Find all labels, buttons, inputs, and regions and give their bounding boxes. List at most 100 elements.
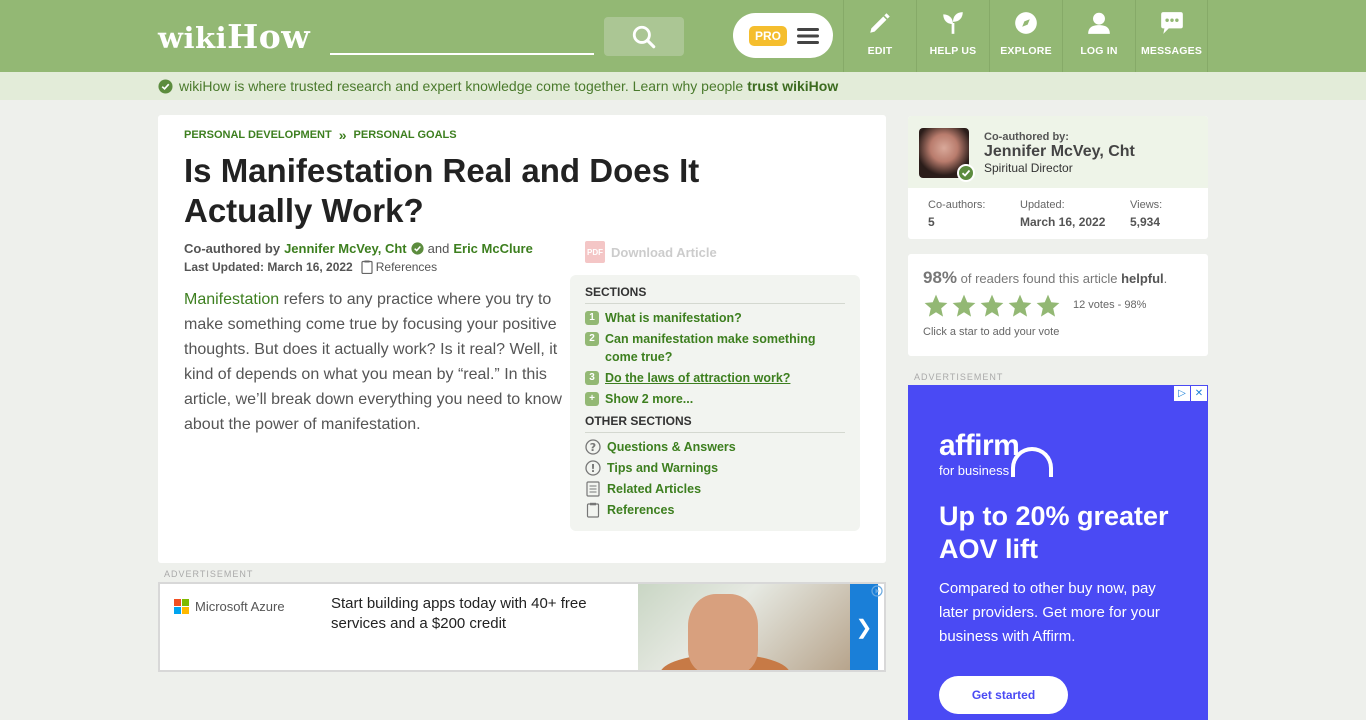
sprout-icon: [943, 12, 963, 34]
toc-label: Tips and Warnings: [607, 461, 719, 475]
author-link-eric[interactable]: Eric McClure: [453, 241, 532, 256]
get-started-button[interactable]: Get started: [939, 676, 1068, 714]
exclamation-circle-icon: !: [585, 460, 601, 476]
document-icon: [585, 481, 601, 497]
ad-banner-azure[interactable]: Microsoft Azure Start building apps toda…: [158, 582, 886, 672]
vote-count: 12 votes - 98%: [1073, 299, 1147, 311]
toc-section-1[interactable]: 1 What is manifestation?: [585, 309, 845, 327]
trust-wikihow-link[interactable]: trust wikiHow: [747, 78, 838, 94]
nav-messages[interactable]: MESSAGES: [1135, 0, 1208, 72]
breadcrumb-personal-development[interactable]: PERSONAL DEVELOPMENT: [184, 129, 332, 141]
nav-log-in[interactable]: LOG IN: [1062, 0, 1135, 72]
adchoices-icon[interactable]: ▷: [1174, 386, 1190, 401]
table-of-contents: SECTIONS 1 What is manifestation? 2 Can ma…: [570, 275, 860, 531]
affirm-arc-icon: [1011, 447, 1053, 477]
article-card: PERSONAL DEVELOPMENT » PERSONAL GOALS Is…: [158, 115, 886, 563]
star-icon[interactable]: [1035, 293, 1061, 319]
hamburger-menu-icon: [797, 27, 820, 44]
search-input[interactable]: [330, 22, 594, 55]
wikihow-logo[interactable]: wikiHow: [158, 17, 310, 56]
stat-value: 5: [928, 215, 935, 229]
ad-label-side: ADVERTISEMENT: [914, 372, 1004, 382]
ad-text: Start building apps today with 40+ free …: [331, 595, 587, 632]
compass-icon: [1015, 12, 1037, 34]
toc-label: References: [607, 503, 675, 517]
breadcrumb: PERSONAL DEVELOPMENT » PERSONAL GOALS: [184, 127, 457, 143]
download-article-button[interactable]: PDF Download Article: [585, 239, 731, 265]
stat-label: Views:: [1130, 199, 1163, 211]
stat-value: March 16, 2022: [1020, 215, 1106, 229]
helpful-bold: helpful: [1121, 271, 1164, 286]
svg-text:?: ?: [590, 441, 596, 454]
star-icon[interactable]: [923, 293, 949, 319]
toc-tips-warnings[interactable]: ! Tips and Warnings: [585, 459, 845, 477]
microsoft-azure-logo: Microsoft Azure: [174, 599, 285, 614]
close-icon[interactable]: ✕: [1191, 386, 1207, 401]
toc-label: Show 2 more...: [605, 392, 694, 406]
clipboard-icon: [361, 260, 373, 274]
toc-label: Related Articles: [607, 482, 702, 496]
toc-questions-answers[interactable]: ? Questions & Answers: [585, 438, 845, 456]
byline-prefix: Co-authored by: [184, 241, 281, 256]
nav-label: EDIT: [867, 45, 893, 57]
byline-and: and: [427, 241, 450, 256]
coauthor-role: Spiritual Director: [984, 161, 1073, 175]
helpful-end: .: [1163, 271, 1168, 286]
nav-edit[interactable]: EDIT: [843, 0, 916, 72]
chat-icon: [1160, 12, 1183, 34]
ad-label-bottom: ADVERTISEMENT: [164, 569, 254, 579]
question-circle-icon: ?: [585, 439, 601, 455]
nav-explore[interactable]: EXPLORE: [989, 0, 1062, 72]
ad-brand: Microsoft Azure: [195, 599, 285, 614]
toc-section-3[interactable]: 3 Do the laws of attraction work?: [585, 369, 845, 387]
nav-label: LOG IN: [1080, 45, 1118, 57]
toc-related-articles[interactable]: Related Articles: [585, 480, 845, 498]
toc-show-more[interactable]: + Show 2 more...: [585, 390, 845, 408]
toc-num: 2: [585, 332, 599, 346]
article-intro: Manifestation refers to any practice whe…: [184, 287, 562, 437]
trust-text: wikiHow is where trusted research and ex…: [179, 78, 744, 94]
references-label: References: [375, 260, 438, 274]
search-icon: [632, 25, 656, 48]
pdf-icon: PDF: [585, 241, 605, 263]
nav-label: HELP US: [929, 45, 977, 57]
microsoft-logo-icon: [174, 599, 189, 614]
pro-badge: PRO: [749, 25, 788, 46]
clipboard-icon: [585, 502, 601, 518]
nav-help-us[interactable]: HELP US: [916, 0, 989, 72]
logo-wiki: wiki: [158, 21, 228, 55]
toc-num: 1: [585, 311, 599, 325]
affirm-logo: affirm for business: [939, 417, 1053, 478]
adchoices-icon[interactable]: [868, 584, 886, 598]
toc-section-2[interactable]: 2 Can manifestation make something come t…: [585, 330, 845, 366]
ad-headline: Up to 20% greater AOV lift: [939, 501, 1169, 564]
star-icon[interactable]: [1007, 293, 1033, 319]
toc-num: +: [585, 392, 599, 406]
star-icon[interactable]: [951, 293, 977, 319]
toc-references[interactable]: References: [585, 501, 845, 519]
user-icon: [1088, 12, 1110, 34]
nav-label: EXPLORE: [1000, 45, 1052, 57]
search-button[interactable]: [604, 17, 684, 56]
coauthor-header: Co-authored by: Jennifer McVey, Cht Spir…: [908, 116, 1208, 188]
ad-banner-affirm[interactable]: affirm for business Up to 20% greater AO…: [908, 385, 1208, 720]
toc-label: What is manifestation?: [605, 311, 742, 325]
helpful-percent: 98%: [923, 268, 958, 287]
svg-text:!: !: [590, 462, 595, 475]
manifestation-link[interactable]: Manifestation: [184, 291, 279, 308]
breadcrumb-personal-goals[interactable]: PERSONAL GOALS: [354, 129, 457, 141]
stat-label: Updated:: [1020, 199, 1065, 211]
affirm-brand: affirm: [939, 429, 1020, 462]
ad-body: Compared to other buy now, pay later pro…: [939, 580, 1160, 645]
helpful-text: of readers found this article: [957, 271, 1122, 286]
pro-menu-button[interactable]: PRO: [733, 13, 833, 58]
star-icon[interactable]: [979, 293, 1005, 319]
ad-side-choices: ▷ ✕: [1174, 386, 1207, 401]
author-link-jennifer[interactable]: Jennifer McVey, Cht: [284, 241, 407, 256]
references-link[interactable]: References: [361, 260, 437, 274]
header-nav: EDIT HELP US EXPLORE LOG IN MESSAGES: [843, 0, 1208, 72]
ad-photo: [638, 584, 850, 670]
coauthor-name[interactable]: Jennifer McVey, Cht: [984, 143, 1135, 161]
pencil-icon: [870, 13, 890, 33]
stat-value: 5,934: [1130, 215, 1161, 229]
